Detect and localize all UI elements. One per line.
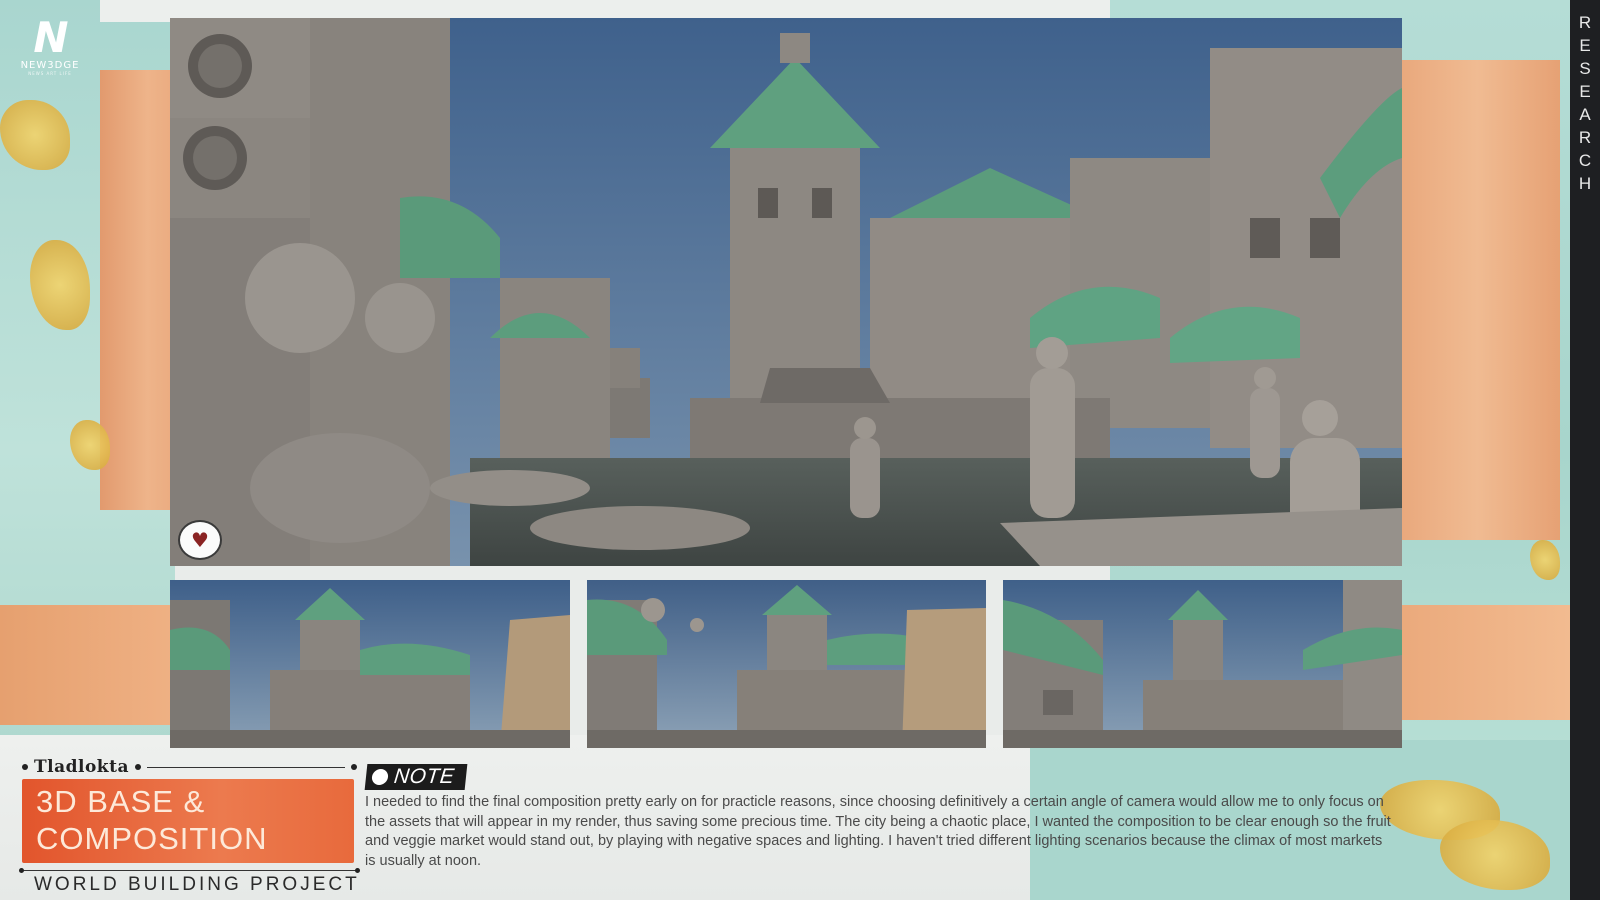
project-subtitle: WORLD BUILDING PROJECT: [34, 874, 360, 895]
section-title-line1: 3D BASE &: [36, 784, 206, 819]
divider-line: [146, 766, 345, 768]
note-label: NOTE: [392, 765, 456, 788]
side-letter: R: [1578, 128, 1592, 147]
side-letter: H: [1578, 174, 1592, 193]
project-name: Tladlokta: [34, 757, 129, 777]
divider-line: [19, 868, 360, 873]
bullet-dot-icon: [134, 764, 141, 770]
section-title-line2: COMPOSITION: [36, 821, 268, 856]
section-title: 3D BASE & COMPOSITION: [22, 779, 354, 863]
side-letter: S: [1579, 59, 1591, 78]
side-letter: E: [1579, 36, 1591, 55]
note-dot-icon: [371, 769, 389, 785]
logo-wordmark: NEW3DGE: [20, 60, 80, 71]
side-letter: E: [1579, 82, 1591, 101]
logo-subtext: NEWS ART LIFE: [28, 71, 72, 76]
composition-thumbnail-1: [170, 580, 570, 748]
heart-speech-bubble-icon: ♥: [178, 520, 222, 560]
composition-thumbnail-2: [587, 580, 986, 748]
research-side-label: R E S E A R C H: [1570, 14, 1600, 193]
note-badge: NOTE: [364, 764, 468, 790]
logo-mark-icon: N: [33, 13, 68, 62]
bullet-dot-icon: [22, 764, 28, 770]
composition-thumbnail-3: [1003, 580, 1402, 748]
new3dge-logo: N NEW3DGE NEWS ART LIFE: [14, 13, 86, 77]
side-letter: A: [1579, 105, 1591, 124]
main-composition-render: [170, 18, 1402, 566]
bullet-dot-icon: [351, 764, 357, 770]
side-letter: C: [1578, 151, 1592, 170]
project-name-row: Tladlokta: [22, 757, 357, 777]
note-text: I needed to find the final composition p…: [365, 794, 1391, 869]
side-letter: R: [1578, 13, 1592, 32]
